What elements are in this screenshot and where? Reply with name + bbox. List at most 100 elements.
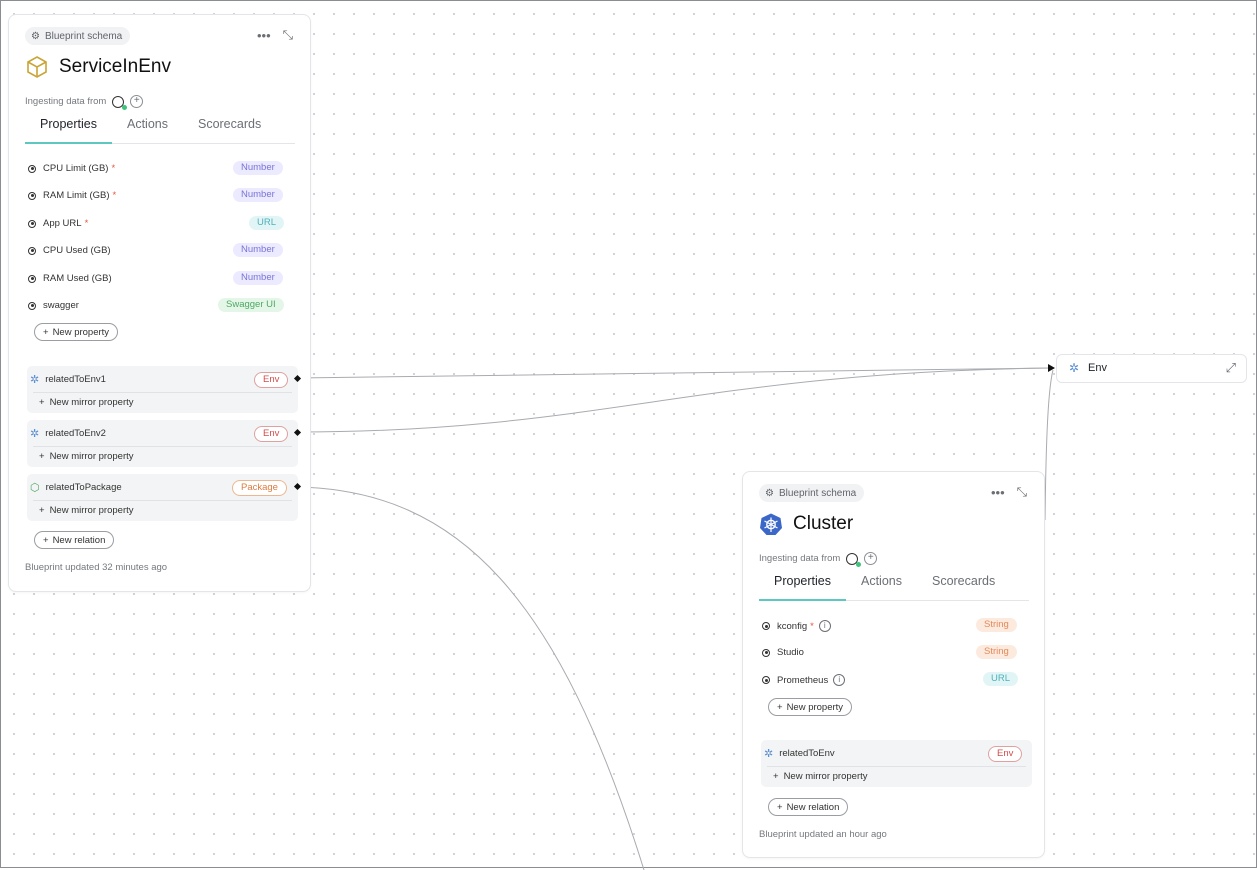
github-source-icon[interactable] [846,552,862,567]
relation-block[interactable]: ⬡ relatedToPackage Package + New mirror … [27,474,298,521]
service-blueprint-card[interactable]: ⚙ Blueprint schema ••• ⤡ ServiceInEnv In… [8,14,311,592]
property-row[interactable]: CPU Used (GB) [28,245,111,256]
type-badge: Number [233,188,283,202]
new-mirror-property-button[interactable]: + New mirror property [39,451,134,462]
new-property-button[interactable]: + New property [768,698,853,716]
plus-icon: + [39,397,45,408]
card-title: ServiceInEnv [25,55,171,79]
card-actions: ••• ⤡ [257,27,293,43]
new-mirror-property-button[interactable]: + New mirror property [39,505,134,516]
plus-icon: + [43,326,49,338]
relation-block[interactable]: ✲ relatedToEnv2 Env + New mirror propert… [27,420,298,467]
property-row[interactable]: swagger [28,300,79,311]
plus-icon: + [773,771,779,782]
relation-header: ✲ relatedToEnv1 [30,374,106,386]
plus-icon: + [777,801,783,813]
tab-actions[interactable]: Actions [112,117,183,143]
kubernetes-icon: ✲ [764,748,774,760]
add-source-icon[interactable]: + [130,95,144,108]
github-source-icon[interactable] [112,95,128,110]
collapse-icon[interactable]: ⤡ [283,27,293,43]
tab-scorecards[interactable]: Scorecards [183,117,276,143]
kubernetes-icon: ✲ [1069,361,1080,375]
card-title: Cluster [759,512,853,536]
type-badge: String [976,618,1017,632]
info-icon[interactable]: i [833,674,846,686]
collapse-icon[interactable]: ⤡ [1017,484,1027,500]
relation-header: ✲ relatedToEnv [764,748,835,760]
property-icon [28,219,36,228]
edge-relatedToPackage [296,486,645,870]
blueprint-schema-chip: ⚙ Blueprint schema [759,484,865,502]
updated-timestamp: Blueprint updated an hour ago [759,829,887,840]
plus-icon: + [39,505,45,516]
relation-header: ⬡ relatedToPackage [30,482,122,494]
type-badge: Number [233,243,283,257]
kubernetes-icon: ✲ [30,428,40,440]
new-mirror-property-button[interactable]: + New mirror property [773,771,868,782]
plus-icon: + [777,701,783,713]
property-row[interactable]: CPU Limit (GB) * [28,163,115,174]
divider [33,446,292,447]
edge-arrowhead [1048,364,1055,372]
property-row[interactable]: Studio [762,647,804,658]
card-actions: ••• ⤡ [991,484,1027,500]
property-row[interactable]: RAM Limit (GB) * [28,190,116,201]
relation-target-badge[interactable]: Env [254,426,289,442]
property-row[interactable]: App URL * [28,218,88,229]
divider [33,392,292,393]
tab-scorecards[interactable]: Scorecards [917,574,1010,600]
edge-relatedToEnv2 [296,367,1052,433]
type-badge: Swagger UI [218,298,284,312]
card-tabs: Properties Actions Scorecards [759,574,1029,601]
property-icon [28,274,36,283]
relation-target-badge[interactable]: Env [988,746,1023,762]
new-relation-button[interactable]: + New relation [34,531,115,549]
relation-header: ✲ relatedToEnv2 [30,428,106,440]
property-icon [762,676,770,684]
env-blueprint-node[interactable]: ✲ Env ⤢ [1056,354,1247,383]
divider [767,766,1026,767]
ingesting-row: Ingesting data from + [25,95,144,110]
relation-block[interactable]: ✲ relatedToEnv1 Env + New mirror propert… [27,366,298,413]
add-source-icon[interactable]: + [864,552,878,565]
property-icon [28,164,36,173]
new-mirror-property-button[interactable]: + New mirror property [39,397,134,408]
cluster-blueprint-card[interactable]: ⚙ Blueprint schema ••• ⤡ Cluster Ingesti… [742,471,1045,858]
card-tabs: Properties Actions Scorecards [25,117,295,144]
info-icon[interactable]: i [818,620,831,632]
property-icon [28,191,36,200]
property-row[interactable]: kconfig * i [762,620,831,632]
tab-actions[interactable]: Actions [846,574,917,600]
type-badge: String [976,645,1017,659]
property-icon [762,648,770,657]
edge-relatedToEnv-cluster [1044,369,1054,521]
plus-icon: + [39,451,45,462]
blueprint-schema-chip: ⚙ Blueprint schema [25,27,131,45]
plus-icon: + [43,534,49,546]
relation-target-badge[interactable]: Package [232,480,287,496]
tab-properties[interactable]: Properties [25,117,112,144]
new-relation-button[interactable]: + New relation [768,798,849,816]
gear-icon: ⚙ [31,30,40,42]
relation-block[interactable]: ✲ relatedToEnv Env + New mirror property [761,740,1032,787]
property-icon [762,622,770,630]
more-icon[interactable]: ••• [991,485,1005,500]
new-property-button[interactable]: + New property [34,323,119,341]
gear-icon: ⚙ [765,487,774,499]
divider [33,500,292,501]
type-badge: URL [983,672,1019,686]
kubernetes-icon [760,513,782,535]
node-title: Env [1088,362,1107,374]
property-icon [28,301,36,310]
more-icon[interactable]: ••• [257,28,271,43]
package-icon: ⬡ [30,482,40,494]
relation-target-badge[interactable]: Env [254,372,289,388]
property-row[interactable]: RAM Used (GB) [28,273,112,284]
expand-icon[interactable]: ⤢ [1226,360,1236,376]
type-badge: Number [233,271,283,285]
property-row[interactable]: Prometheus i [762,674,846,686]
edge-relatedToEnv1 [296,367,1052,379]
property-icon [28,246,36,255]
tab-properties[interactable]: Properties [759,574,846,601]
